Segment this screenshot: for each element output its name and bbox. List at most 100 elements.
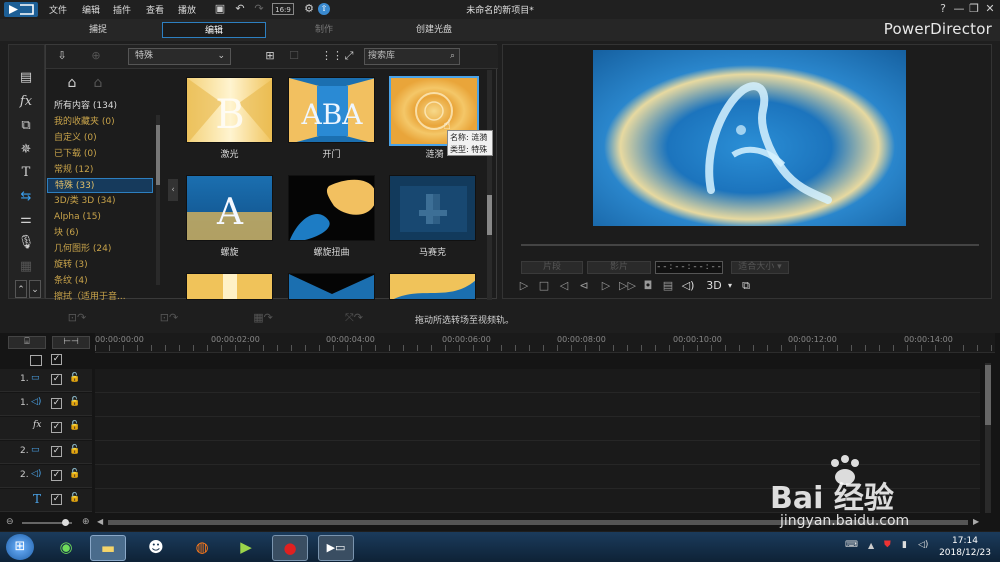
transition-thumb-spiral-twist[interactable] bbox=[288, 175, 375, 241]
zoom-slider[interactable] bbox=[22, 519, 72, 526]
category-item[interactable]: 已下载 (0) bbox=[54, 147, 97, 162]
category-item[interactable]: 我的收藏夹 (0) bbox=[54, 115, 115, 130]
upgrade-icon[interactable]: ⇧ bbox=[318, 3, 330, 15]
safety-tray-icon[interactable]: ⛊ bbox=[884, 540, 891, 550]
track-enable-checkbox[interactable]: ✓ bbox=[51, 470, 62, 481]
subtitle-icon[interactable]: ▤ bbox=[661, 279, 675, 293]
category-item[interactable]: 几何图形 (24) bbox=[54, 242, 111, 257]
category-item[interactable]: 3D/类 3D (34) bbox=[54, 194, 116, 209]
video-track-lane[interactable] bbox=[95, 369, 980, 393]
download-icon[interactable]: ⊕ bbox=[90, 50, 102, 62]
next-icon[interactable]: ▷ bbox=[599, 279, 613, 293]
track-enable-checkbox[interactable]: ✓ bbox=[51, 494, 62, 505]
file-explorer-icon[interactable]: ▬ bbox=[90, 535, 126, 561]
category-item[interactable]: 所有内容 (134) bbox=[54, 99, 117, 114]
track-enable-checkbox[interactable]: ✓ bbox=[51, 374, 62, 385]
audio-track-lane[interactable] bbox=[95, 393, 980, 417]
search-input[interactable]: 搜索库 ⌕ bbox=[364, 48, 460, 65]
category-scrollbar-thumb[interactable] bbox=[156, 125, 160, 185]
zoom-in-icon[interactable]: ⊕ bbox=[82, 517, 90, 527]
media-room-icon[interactable]: ▤ bbox=[15, 69, 37, 87]
prev-icon[interactable]: ⊲ bbox=[577, 279, 591, 293]
favorite-icon[interactable]: ☐ bbox=[288, 50, 300, 62]
zoom-slider-knob[interactable] bbox=[62, 519, 69, 526]
category-item-selected[interactable]: 特殊 (33) bbox=[47, 178, 153, 193]
fit-size-select[interactable]: 适合大小 ▾ bbox=[731, 261, 789, 274]
system-clock[interactable]: 17:14 2018/12/23 bbox=[938, 535, 992, 559]
scroll-up-icon[interactable]: ⌃ bbox=[15, 280, 27, 298]
tab-capture[interactable]: 捕捉 bbox=[48, 22, 148, 38]
grid-view-icon[interactable]: ⋮⋮ bbox=[321, 50, 343, 62]
search-icon[interactable]: ⌕ bbox=[450, 49, 455, 64]
stop-icon[interactable]: □ bbox=[537, 279, 551, 293]
add-to-timeline-icon[interactable]: ⊞ bbox=[264, 50, 276, 62]
lock-icon[interactable]: 🔓 bbox=[69, 373, 80, 383]
category-item[interactable]: 旋转 (3) bbox=[54, 258, 88, 273]
transition-thumb-laser[interactable]: B bbox=[186, 77, 273, 143]
transition-thumb-spiral[interactable]: A bbox=[186, 175, 273, 241]
preview-timeline-slider[interactable] bbox=[521, 244, 979, 246]
undo-icon[interactable]: ↶ bbox=[234, 3, 246, 15]
expand-icon[interactable]: ⤢ bbox=[343, 50, 355, 62]
scroll-left-icon[interactable]: ◀ bbox=[97, 517, 103, 526]
volume-icon[interactable]: ◁) bbox=[681, 279, 695, 293]
fast-forward-icon[interactable]: ▷▷ bbox=[619, 279, 636, 293]
transition-thumb-row3[interactable] bbox=[389, 273, 476, 300]
transition-thumb-mosaic[interactable] bbox=[389, 175, 476, 241]
category-item[interactable]: 块 (6) bbox=[54, 226, 79, 241]
lock-icon[interactable]: 🔓 bbox=[69, 469, 80, 479]
menu-file[interactable]: 文件 bbox=[49, 3, 67, 16]
menu-plugins[interactable]: 插件 bbox=[113, 3, 131, 16]
category-select[interactable]: 特殊 ⌄ bbox=[128, 48, 231, 65]
tray-expand-icon[interactable]: ▲ bbox=[868, 541, 874, 550]
qq-icon[interactable]: ☻ bbox=[138, 535, 174, 561]
3d-toggle-button[interactable]: 3D bbox=[703, 279, 725, 293]
audio-mixing-icon[interactable]: ⚌ bbox=[15, 211, 37, 229]
timeline-vscroll-thumb[interactable] bbox=[985, 365, 991, 425]
start-button[interactable]: ⊞ bbox=[6, 534, 34, 560]
firefox-icon[interactable]: ◍ bbox=[184, 535, 220, 561]
powerdirector-task-icon[interactable]: ▶▭ bbox=[318, 535, 354, 561]
transition-thumb-row3[interactable] bbox=[186, 273, 273, 300]
aspect-ratio-icon[interactable]: 16:9 bbox=[272, 3, 294, 15]
particle-room-icon[interactable]: ✵ bbox=[15, 141, 37, 159]
undock-icon[interactable]: ⧉ bbox=[739, 279, 753, 293]
category-item[interactable]: 擦拭（适用于音... bbox=[54, 290, 126, 300]
lock-icon[interactable]: 🔓 bbox=[69, 397, 80, 407]
transition-thumb-row3[interactable] bbox=[288, 273, 375, 300]
clip-mode-button[interactable]: 片段 bbox=[521, 261, 583, 274]
menu-edit[interactable]: 编辑 bbox=[82, 3, 100, 16]
lock-icon[interactable]: 🔓 bbox=[69, 421, 80, 431]
timecode-display[interactable]: - - : - - : - - : - - bbox=[655, 261, 723, 274]
transition-room-icon[interactable]: ⇆ bbox=[15, 188, 37, 206]
lock-icon[interactable]: 🔓 bbox=[69, 493, 80, 503]
speaker-icon[interactable]: ◁) bbox=[918, 540, 928, 550]
help-icon[interactable]: ? bbox=[937, 3, 949, 15]
recorder-icon[interactable]: ● bbox=[272, 535, 308, 561]
category-item[interactable]: 常规 (12) bbox=[54, 163, 93, 178]
movie-mode-button[interactable]: 影片 bbox=[587, 261, 651, 274]
title-room-icon[interactable]: T bbox=[15, 164, 37, 182]
fx-track-lane[interactable] bbox=[95, 417, 980, 441]
restore-icon[interactable]: ❐ bbox=[968, 3, 980, 15]
track-enable-checkbox[interactable]: ✓ bbox=[51, 398, 62, 409]
fit-timeline-icon[interactable]: ⊢⊣ bbox=[52, 336, 90, 349]
network-icon[interactable]: ▮ bbox=[902, 540, 907, 550]
track-enable-checkbox[interactable]: ✓ bbox=[51, 446, 62, 457]
pip-room-icon[interactable]: ⧉ bbox=[15, 117, 37, 135]
track-enable-checkbox[interactable]: ✓ bbox=[51, 422, 62, 433]
tab-create-disc[interactable]: 创建光盘 bbox=[382, 22, 486, 38]
menu-view[interactable]: 查看 bbox=[146, 3, 164, 16]
delete-category-icon[interactable]: ⌂ bbox=[90, 76, 106, 93]
play-icon[interactable]: ▷ bbox=[517, 279, 531, 293]
transition-cross-icon[interactable]: ▦↷ bbox=[246, 312, 280, 324]
timeline-view-icon[interactable]: ⌸ bbox=[8, 336, 46, 349]
category-item[interactable]: 自定义 (0) bbox=[54, 131, 97, 146]
add-category-icon[interactable]: ⌂ bbox=[64, 76, 80, 93]
lock-icon[interactable]: 🔓 bbox=[69, 445, 80, 455]
enable-all-checkbox[interactable]: ✓ bbox=[51, 354, 62, 365]
category-scrollbar[interactable] bbox=[156, 115, 160, 285]
collapse-panel-icon[interactable]: ‹ bbox=[168, 179, 178, 201]
category-item[interactable]: Alpha (15) bbox=[54, 210, 101, 225]
media-app-icon[interactable]: ▶ bbox=[228, 535, 264, 561]
